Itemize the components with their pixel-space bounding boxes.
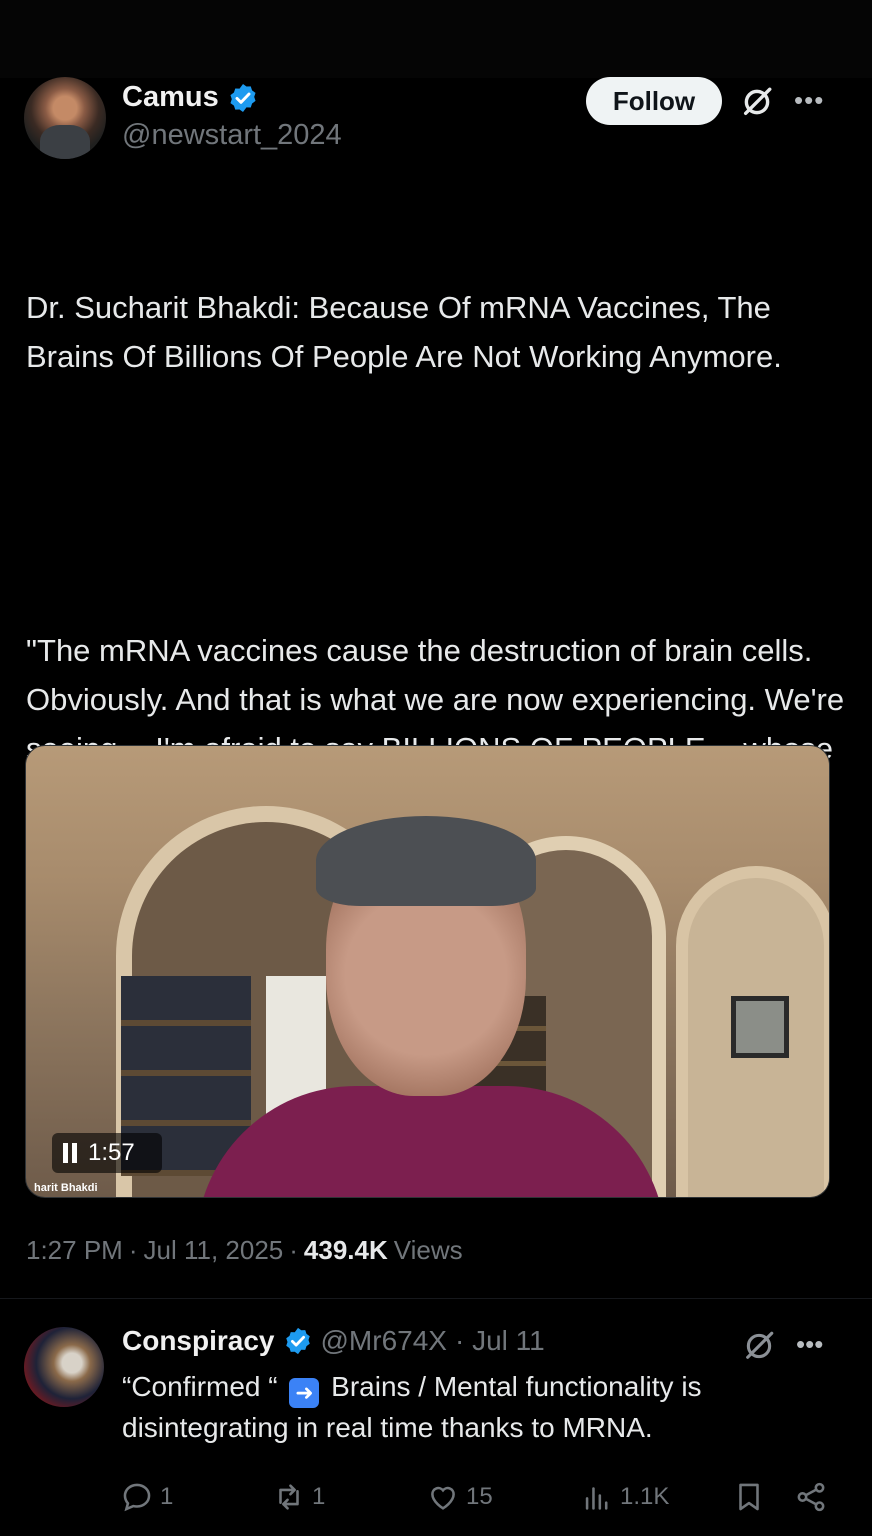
reply-icon [123, 1483, 151, 1512]
post-header: Camus @newstart_2024 Follow ••• [24, 77, 848, 159]
reply-action-bar: 1 1 15 1.1K [0, 1472, 872, 1518]
post-date[interactable]: Jul 11, 2025 [144, 1235, 284, 1266]
post-views-label: Views [393, 1235, 463, 1265]
reply-author-avatar[interactable] [24, 1327, 104, 1407]
reply-author-handle[interactable]: @Mr674X [321, 1325, 447, 1357]
more-icon[interactable]: ••• [794, 85, 834, 115]
top-bar [0, 0, 872, 78]
video-frame-person-hair [316, 816, 536, 906]
meta-separator: · [289, 1235, 298, 1265]
reply-date[interactable]: · Jul 11 [455, 1325, 545, 1357]
right-arrow-emoji-icon: ➜ [289, 1378, 320, 1408]
follow-button[interactable]: Follow [586, 77, 722, 125]
reply-author-display-name[interactable]: Conspiracy [122, 1325, 275, 1357]
reply-count: 1 [160, 1483, 174, 1510]
share-action[interactable] [794, 1480, 828, 1514]
bookmark-icon [739, 1483, 759, 1511]
repost-icon [279, 1484, 299, 1510]
reply-action[interactable]: 1 [120, 1480, 173, 1514]
author-name-row: Camus [122, 81, 259, 114]
pause-icon[interactable] [62, 1143, 78, 1163]
repost-count: 1 [312, 1483, 326, 1510]
like-action[interactable]: 15 [426, 1480, 493, 1514]
reply-text-before-emoji: “Confirmed “ [122, 1371, 278, 1402]
views-action[interactable]: 1.1K [580, 1480, 669, 1514]
author-display-name[interactable]: Camus [122, 81, 219, 114]
reply-text: “Confirmed “ ➜ Brains / Mental functiona… [122, 1367, 822, 1448]
video-time-remaining: 1:57 [88, 1139, 135, 1166]
repost-action[interactable]: 1 [272, 1480, 325, 1514]
share-icon [797, 1482, 825, 1512]
reply-name-row: Conspiracy @Mr674X · Jul 11 [122, 1325, 545, 1357]
verified-badge-icon [230, 83, 256, 112]
grok-icon[interactable] [740, 85, 774, 119]
views-count: 1.1K [620, 1483, 670, 1510]
video-player[interactable]: 1:57 harit Bhakdi [25, 745, 830, 1198]
divider [0, 1298, 872, 1299]
post-meta: 1:27 PM · Jul 11, 2025 · 439.4K Views [26, 1235, 463, 1266]
grok-icon[interactable] [742, 1329, 776, 1363]
author-handle[interactable]: @newstart_2024 [122, 119, 342, 152]
video-frame-picture [731, 996, 789, 1058]
author-avatar[interactable] [24, 77, 106, 159]
like-count: 15 [466, 1483, 493, 1510]
video-time-badge[interactable]: 1:57 [52, 1133, 162, 1173]
video-caption: harit Bhakdi [34, 1182, 98, 1194]
like-icon [431, 1486, 455, 1510]
post-paragraph-1: Dr. Sucharit Bhakdi: Because Of mRNA Vac… [26, 290, 782, 374]
verified-badge-icon [285, 1327, 310, 1355]
post-views-count: 439.4K [303, 1235, 388, 1265]
bookmark-action[interactable] [732, 1480, 766, 1514]
meta-separator: · [128, 1235, 138, 1265]
more-icon[interactable]: ••• [796, 1329, 823, 1360]
post-time[interactable]: 1:27 PM [26, 1235, 123, 1266]
views-icon [585, 1487, 608, 1510]
